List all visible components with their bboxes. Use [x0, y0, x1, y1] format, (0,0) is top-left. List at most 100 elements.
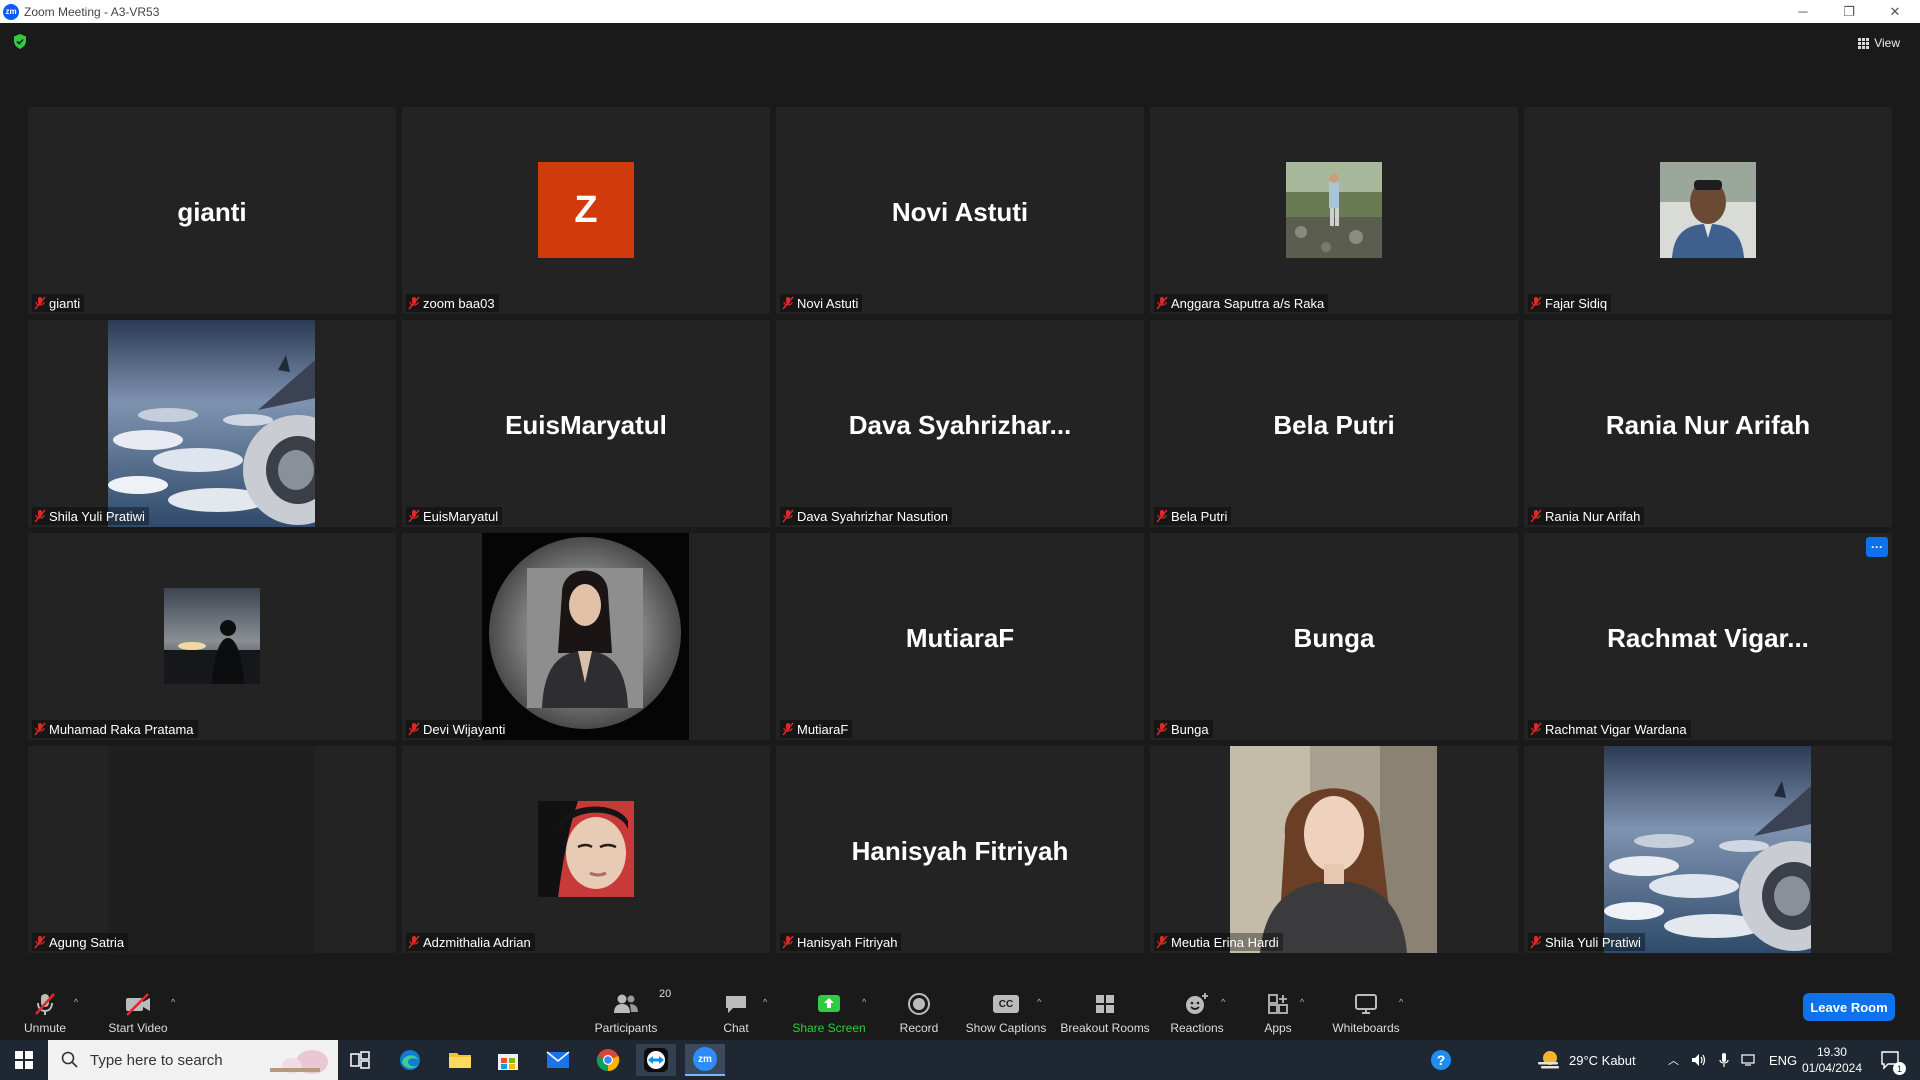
- chat-options-caret[interactable]: ^: [763, 997, 767, 1007]
- minimize-button[interactable]: ─: [1780, 0, 1826, 23]
- participant-tile[interactable]: Adzmithalia Adrian: [402, 746, 770, 953]
- participant-tile[interactable]: Novi Astuti Novi Astuti: [776, 107, 1144, 314]
- record-label: Record: [899, 1021, 939, 1035]
- participant-tile[interactable]: Bunga Bunga: [1150, 533, 1518, 740]
- apps-options-caret[interactable]: ^: [1300, 997, 1304, 1007]
- apps-label: Apps: [1264, 1021, 1292, 1035]
- help-icon[interactable]: ?: [1421, 1044, 1461, 1076]
- participant-tile[interactable]: Z zoom baa03: [402, 107, 770, 314]
- microsoft-store-icon[interactable]: [488, 1044, 528, 1076]
- tile-more-options-button[interactable]: ···: [1866, 537, 1888, 557]
- share-screen-button[interactable]: Share Screen: [792, 980, 866, 1040]
- breakout-rooms-button[interactable]: Breakout Rooms: [1060, 980, 1150, 1040]
- whiteboards-button[interactable]: Whiteboards: [1330, 980, 1402, 1040]
- participant-label: Meutia Erina Hardi: [1154, 933, 1283, 951]
- notification-center-button[interactable]: 1: [1880, 1040, 1906, 1080]
- participant-tile[interactable]: Agung Satria: [28, 746, 396, 953]
- muted-mic-icon: [408, 509, 420, 523]
- participant-name: Devi Wijayanti: [423, 721, 506, 737]
- mail-icon[interactable]: [538, 1044, 578, 1076]
- participant-label: Muhamad Raka Pratama: [32, 720, 198, 738]
- participant-tile[interactable]: Dava Syahrizhar... Dava Syahrizhar Nasut…: [776, 320, 1144, 527]
- reactions-button[interactable]: Reactions: [1169, 980, 1225, 1040]
- participant-tile[interactable]: Fajar Sidiq: [1524, 107, 1892, 314]
- muted-mic-icon: [1156, 509, 1168, 523]
- participant-tile[interactable]: gianti gianti: [28, 107, 396, 314]
- reactions-options-caret[interactable]: ^: [1221, 997, 1225, 1007]
- participant-name: Adzmithalia Adrian: [423, 934, 531, 950]
- teamviewer-icon[interactable]: [636, 1044, 676, 1076]
- meeting-area: View gianti gianti Z zoom baa03 Novi Ast…: [0, 23, 1920, 980]
- whiteboards-options-caret[interactable]: ^: [1399, 997, 1403, 1007]
- participant-display-name: Bela Putri: [1273, 410, 1395, 440]
- edge-browser-icon[interactable]: [390, 1044, 430, 1076]
- network-icon[interactable]: [1741, 1053, 1757, 1067]
- windows-logo-icon: [15, 1051, 33, 1069]
- participant-tile[interactable]: Shila Yuli Pratiwi: [1524, 746, 1892, 953]
- chrome-browser-icon[interactable]: [588, 1044, 628, 1076]
- participant-tile[interactable]: Hanisyah Fitriyah Hanisyah Fitriyah: [776, 746, 1144, 953]
- input-language[interactable]: ENG: [1769, 1053, 1797, 1068]
- restore-button[interactable]: ❐: [1826, 0, 1872, 23]
- video-dark: [108, 746, 315, 953]
- participant-tile[interactable]: Bela Putri Bela Putri: [1150, 320, 1518, 527]
- apps-icon: [1268, 994, 1288, 1014]
- muted-mic-icon: [1156, 296, 1168, 310]
- participant-label: Devi Wijayanti: [406, 720, 510, 738]
- participants-count: 20: [659, 988, 672, 1000]
- window-title: Zoom Meeting - A3-VR53: [24, 4, 160, 19]
- letter-avatar: Z: [538, 162, 634, 258]
- participant-tile[interactable]: Rania Nur Arifah Rania Nur Arifah: [1524, 320, 1892, 527]
- participants-button[interactable]: 20 Participants: [590, 980, 672, 1040]
- participant-tile[interactable]: Meutia Erina Hardi: [1150, 746, 1518, 953]
- zoom-app-icon[interactable]: zm: [685, 1044, 725, 1076]
- participant-tile[interactable]: Devi Wijayanti: [402, 533, 770, 740]
- participant-tile[interactable]: Shila Yuli Pratiwi: [28, 320, 396, 527]
- participant-label: Shila Yuli Pratiwi: [1528, 933, 1645, 951]
- muted-mic-icon: [34, 935, 46, 949]
- task-view-icon[interactable]: [340, 1044, 380, 1076]
- participant-tile[interactable]: ··· Rachmat Vigar... Rachmat Vigar Warda…: [1524, 533, 1892, 740]
- captions-options-caret[interactable]: ^: [1037, 997, 1041, 1007]
- share-options-caret[interactable]: ^: [862, 997, 866, 1007]
- encryption-shield-icon[interactable]: [13, 34, 27, 49]
- volume-icon[interactable]: [1691, 1053, 1707, 1067]
- leave-room-button[interactable]: Leave Room: [1803, 993, 1895, 1021]
- audio-options-caret[interactable]: ^: [74, 997, 78, 1007]
- weather-widget[interactable]: 29°C Kabut: [1535, 1040, 1636, 1080]
- apps-button[interactable]: Apps: [1260, 980, 1296, 1040]
- clock-date: 01/04/2024: [1801, 1061, 1862, 1075]
- close-button[interactable]: ✕: [1872, 0, 1918, 23]
- record-button[interactable]: Record: [898, 980, 940, 1040]
- microphone-icon[interactable]: [1719, 1052, 1729, 1068]
- show-hidden-icons-chevron-icon[interactable]: ︿: [1668, 1052, 1679, 1068]
- start-video-button[interactable]: Start Video: [105, 980, 171, 1040]
- muted-mic-icon: [782, 935, 794, 949]
- chat-label: Chat: [723, 1021, 749, 1035]
- show-captions-button[interactable]: CC Show Captions: [966, 980, 1046, 1040]
- taskbar-clock[interactable]: 19.30 01/04/2024: [1802, 1044, 1862, 1076]
- unmute-button[interactable]: Unmute: [20, 980, 70, 1040]
- participant-tile[interactable]: Muhamad Raka Pratama: [28, 533, 396, 740]
- participant-display-name: Rachmat Vigar...: [1607, 623, 1809, 653]
- search-icon: [61, 1051, 78, 1068]
- participant-tile[interactable]: Anggara Saputra a/s Raka: [1150, 107, 1518, 314]
- participant-tile[interactable]: EuisMaryatul EuisMaryatul: [402, 320, 770, 527]
- participants-label: Participants: [594, 1021, 658, 1035]
- whiteboard-icon: [1355, 994, 1377, 1014]
- muted-mic-icon: [1156, 722, 1168, 736]
- start-button[interactable]: [0, 1040, 48, 1080]
- video-options-caret[interactable]: ^: [171, 997, 175, 1007]
- view-button[interactable]: View: [1858, 33, 1900, 53]
- file-explorer-icon[interactable]: [440, 1044, 480, 1076]
- taskbar-search-box[interactable]: Type here to search: [48, 1040, 338, 1080]
- participant-display-name: MutiaraF: [905, 623, 1015, 653]
- profile-photo-man: [1660, 162, 1756, 258]
- muted-mic-icon: [34, 722, 46, 736]
- participant-tile[interactable]: MutiaraF MutiaraF: [776, 533, 1144, 740]
- participant-label: Agung Satria: [32, 933, 129, 951]
- search-placeholder: Type here to search: [90, 1051, 223, 1069]
- zoom-logo-icon: zm: [3, 3, 19, 20]
- chat-button[interactable]: Chat: [716, 980, 756, 1040]
- participant-name: Meutia Erina Hardi: [1171, 934, 1279, 950]
